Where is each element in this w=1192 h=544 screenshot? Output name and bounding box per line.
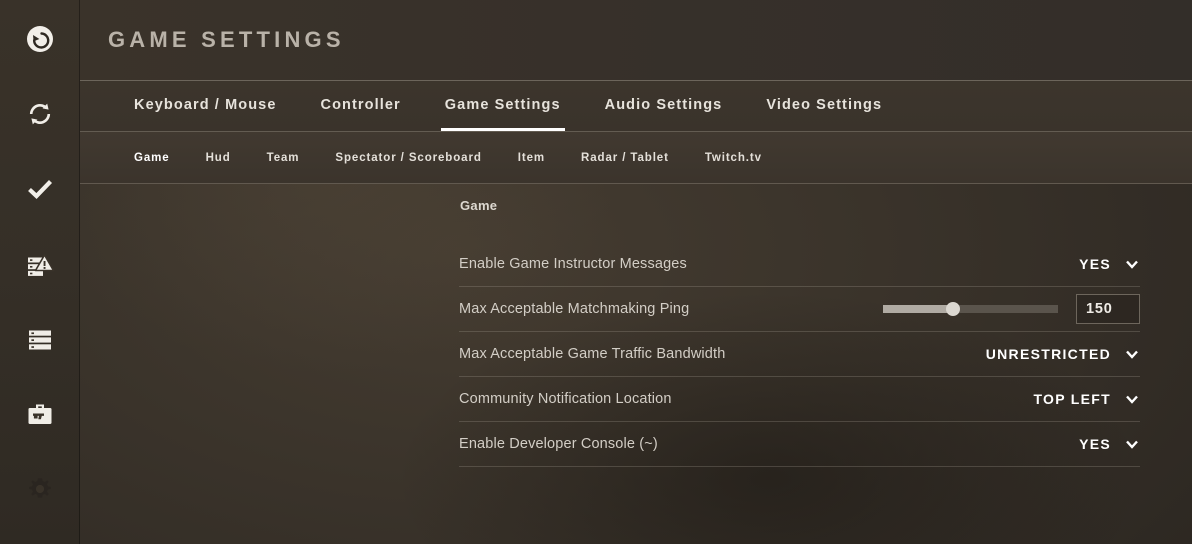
dropdown-value: YES (1079, 256, 1111, 272)
setting-label: Community Notification Location (459, 391, 672, 407)
settings-button[interactable] (17, 469, 63, 510)
dropdown-value: YES (1079, 436, 1111, 452)
settings-group-title: Game (460, 198, 498, 213)
chevron-down-icon (1124, 436, 1140, 452)
setting-control: 150 (883, 294, 1140, 324)
refresh-icon (25, 99, 55, 129)
subtab-radar-tablet[interactable]: Radar / Tablet (563, 152, 687, 164)
ping-value-input[interactable]: 150 (1076, 294, 1140, 324)
secondary-tab-bar: Game Hud Team Spectator / Scoreboard Ite… (80, 132, 1192, 184)
tab-game-settings[interactable]: Game Settings (423, 79, 583, 131)
server-warning-icon (25, 249, 55, 279)
setting-control: TOP LEFT (1033, 391, 1140, 407)
subtab-team[interactable]: Team (249, 152, 318, 164)
back-circle-icon (25, 24, 55, 54)
setting-label: Max Acceptable Game Traffic Bandwidth (459, 346, 726, 362)
slider-max-acceptable-matchmaking-ping[interactable] (883, 302, 1058, 316)
back-button[interactable] (17, 18, 63, 59)
chevron-down-icon (1124, 346, 1140, 362)
setting-label: Enable Game Instructor Messages (459, 256, 687, 272)
subtab-game[interactable]: Game (116, 152, 188, 164)
chevron-down-icon (1124, 256, 1140, 272)
slider-fill (883, 305, 953, 313)
slider-knob[interactable] (946, 302, 960, 316)
game-settings-screen: GAME SETTINGS Keyboard / Mouse Controlle… (0, 0, 1192, 544)
settings-panel: Game Enable Game Instructor Messages YES… (459, 184, 1140, 467)
sidebar (0, 0, 80, 544)
server-list-button[interactable] (17, 319, 63, 360)
setting-control: UNRESTRICTED (986, 346, 1140, 362)
main-content: GAME SETTINGS Keyboard / Mouse Controlle… (80, 0, 1192, 544)
refresh-button[interactable] (17, 93, 63, 134)
gear-icon (27, 476, 53, 502)
server-alert-button[interactable] (17, 243, 63, 284)
tab-keyboard-mouse[interactable]: Keyboard / Mouse (112, 79, 299, 131)
accept-button[interactable] (17, 168, 63, 209)
setting-label: Enable Developer Console (~) (459, 436, 658, 452)
subtab-hud[interactable]: Hud (188, 152, 249, 164)
page-title: GAME SETTINGS (108, 27, 345, 52)
tab-controller[interactable]: Controller (299, 79, 423, 131)
tab-audio-settings[interactable]: Audio Settings (583, 79, 745, 131)
ping-value: 150 (1086, 301, 1113, 317)
subtab-item[interactable]: Item (500, 152, 563, 164)
dropdown-max-acceptable-game-traffic-bandwidth[interactable]: UNRESTRICTED (986, 346, 1140, 362)
primary-tab-bar: Keyboard / Mouse Controller Game Setting… (80, 80, 1192, 132)
inventory-button[interactable] (17, 394, 63, 435)
dropdown-enable-developer-console[interactable]: YES (1079, 436, 1140, 452)
chevron-down-icon (1124, 391, 1140, 407)
checkmark-icon (25, 174, 55, 204)
briefcase-gun-icon (25, 399, 55, 429)
page-header: GAME SETTINGS (80, 0, 1192, 80)
dropdown-value: TOP LEFT (1033, 391, 1111, 407)
setting-row-max-acceptable-game-traffic-bandwidth: Max Acceptable Game Traffic Bandwidth UN… (459, 332, 1140, 377)
server-list-icon (25, 324, 55, 354)
setting-control: YES (1079, 256, 1140, 272)
dropdown-community-notification-location[interactable]: TOP LEFT (1033, 391, 1140, 407)
setting-row-enable-developer-console: Enable Developer Console (~) YES (459, 422, 1140, 467)
setting-control: YES (1079, 436, 1140, 452)
dropdown-enable-game-instructor-messages[interactable]: YES (1079, 256, 1140, 272)
tab-video-settings[interactable]: Video Settings (744, 79, 904, 131)
setting-row-enable-game-instructor-messages: Enable Game Instructor Messages YES (459, 242, 1140, 287)
setting-row-community-notification-location: Community Notification Location TOP LEFT (459, 377, 1140, 422)
setting-label: Max Acceptable Matchmaking Ping (459, 301, 690, 317)
dropdown-value: UNRESTRICTED (985, 346, 1111, 362)
subtab-twitch-tv[interactable]: Twitch.tv (687, 152, 780, 164)
setting-row-max-acceptable-matchmaking-ping: Max Acceptable Matchmaking Ping 150 (459, 287, 1140, 332)
subtab-spectator-scoreboard[interactable]: Spectator / Scoreboard (317, 152, 499, 164)
